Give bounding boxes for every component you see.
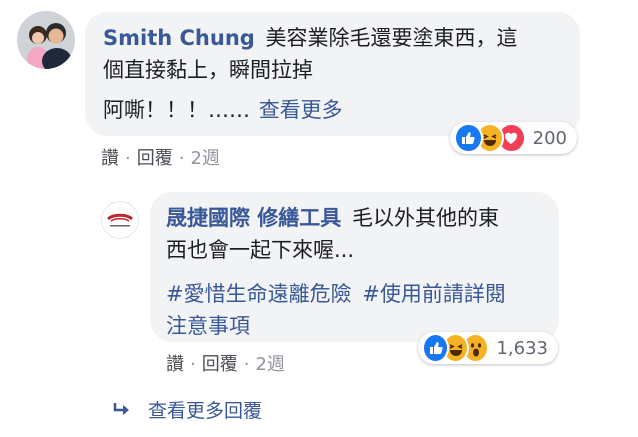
view-more-replies-label: 查看更多回覆 (148, 400, 263, 422)
reply-author[interactable]: 晟捷國際 修繕工具 (166, 206, 341, 230)
reply-timestamp[interactable]: 2週 (255, 354, 284, 375)
view-more-replies-link[interactable]: 查看更多回覆 (112, 396, 262, 423)
hashtag-link[interactable]: #使用前請詳閱 (362, 282, 506, 306)
reply-reactions[interactable]: 1,633 (418, 332, 558, 364)
reply-bubble: 晟捷國際 修繕工具 毛以外其他的東 西也會一起下來喔... #愛惜生命遠離危險 … (150, 192, 559, 342)
comment-bubble: Smith Chung 美容業除毛還要塗東西，這 個直接黏上，瞬間拉掉 阿嘶！！… (85, 12, 580, 136)
comment-timestamp[interactable]: 2週 (190, 148, 219, 169)
reply-actions: 讚 · 回覆 · 2週 (166, 354, 285, 375)
avatar[interactable] (17, 11, 75, 69)
reply-button[interactable]: 回覆 (137, 148, 173, 169)
comment-reactions[interactable]: 200 (450, 122, 577, 154)
comment-text-2: 個直接黏上，瞬間拉掉 (103, 58, 313, 82)
reply-line-1: 晟捷國際 修繕工具 毛以外其他的東 (166, 202, 545, 234)
reply-arrow-icon (112, 401, 132, 419)
comment-text-3: 阿嘶！！！…… (103, 98, 250, 122)
comment-author[interactable]: Smith Chung (103, 26, 255, 50)
reply-line-3: #愛惜生命遠離危險 #使用前請詳閱 (166, 278, 545, 310)
see-more-link[interactable]: 查看更多 (259, 98, 343, 122)
like-icon (454, 123, 483, 153)
comment-reaction-count: 200 (532, 127, 567, 149)
comment-actions: 讚 · 回覆 · 2週 (101, 148, 220, 169)
company-logo-icon (106, 213, 134, 227)
reply-text-2: 西也會一起下來喔... (166, 238, 355, 262)
hashtag-link[interactable]: #愛惜生命遠離危險 (166, 282, 352, 306)
reply-text-1: 毛以外其他的東 (352, 206, 499, 230)
reply-button[interactable]: 回覆 (202, 354, 238, 375)
like-button[interactable]: 讚 (101, 148, 119, 169)
reply-reaction-count: 1,633 (496, 337, 548, 359)
comment-line-1: Smith Chung 美容業除毛還要塗東西，這 (103, 22, 564, 54)
like-icon (422, 333, 450, 363)
like-button[interactable]: 讚 (166, 354, 184, 375)
comment-text-1: 美容業除毛還要塗東西，這 (265, 26, 518, 50)
page-avatar[interactable] (101, 201, 139, 239)
user-photo-icon (17, 11, 75, 69)
